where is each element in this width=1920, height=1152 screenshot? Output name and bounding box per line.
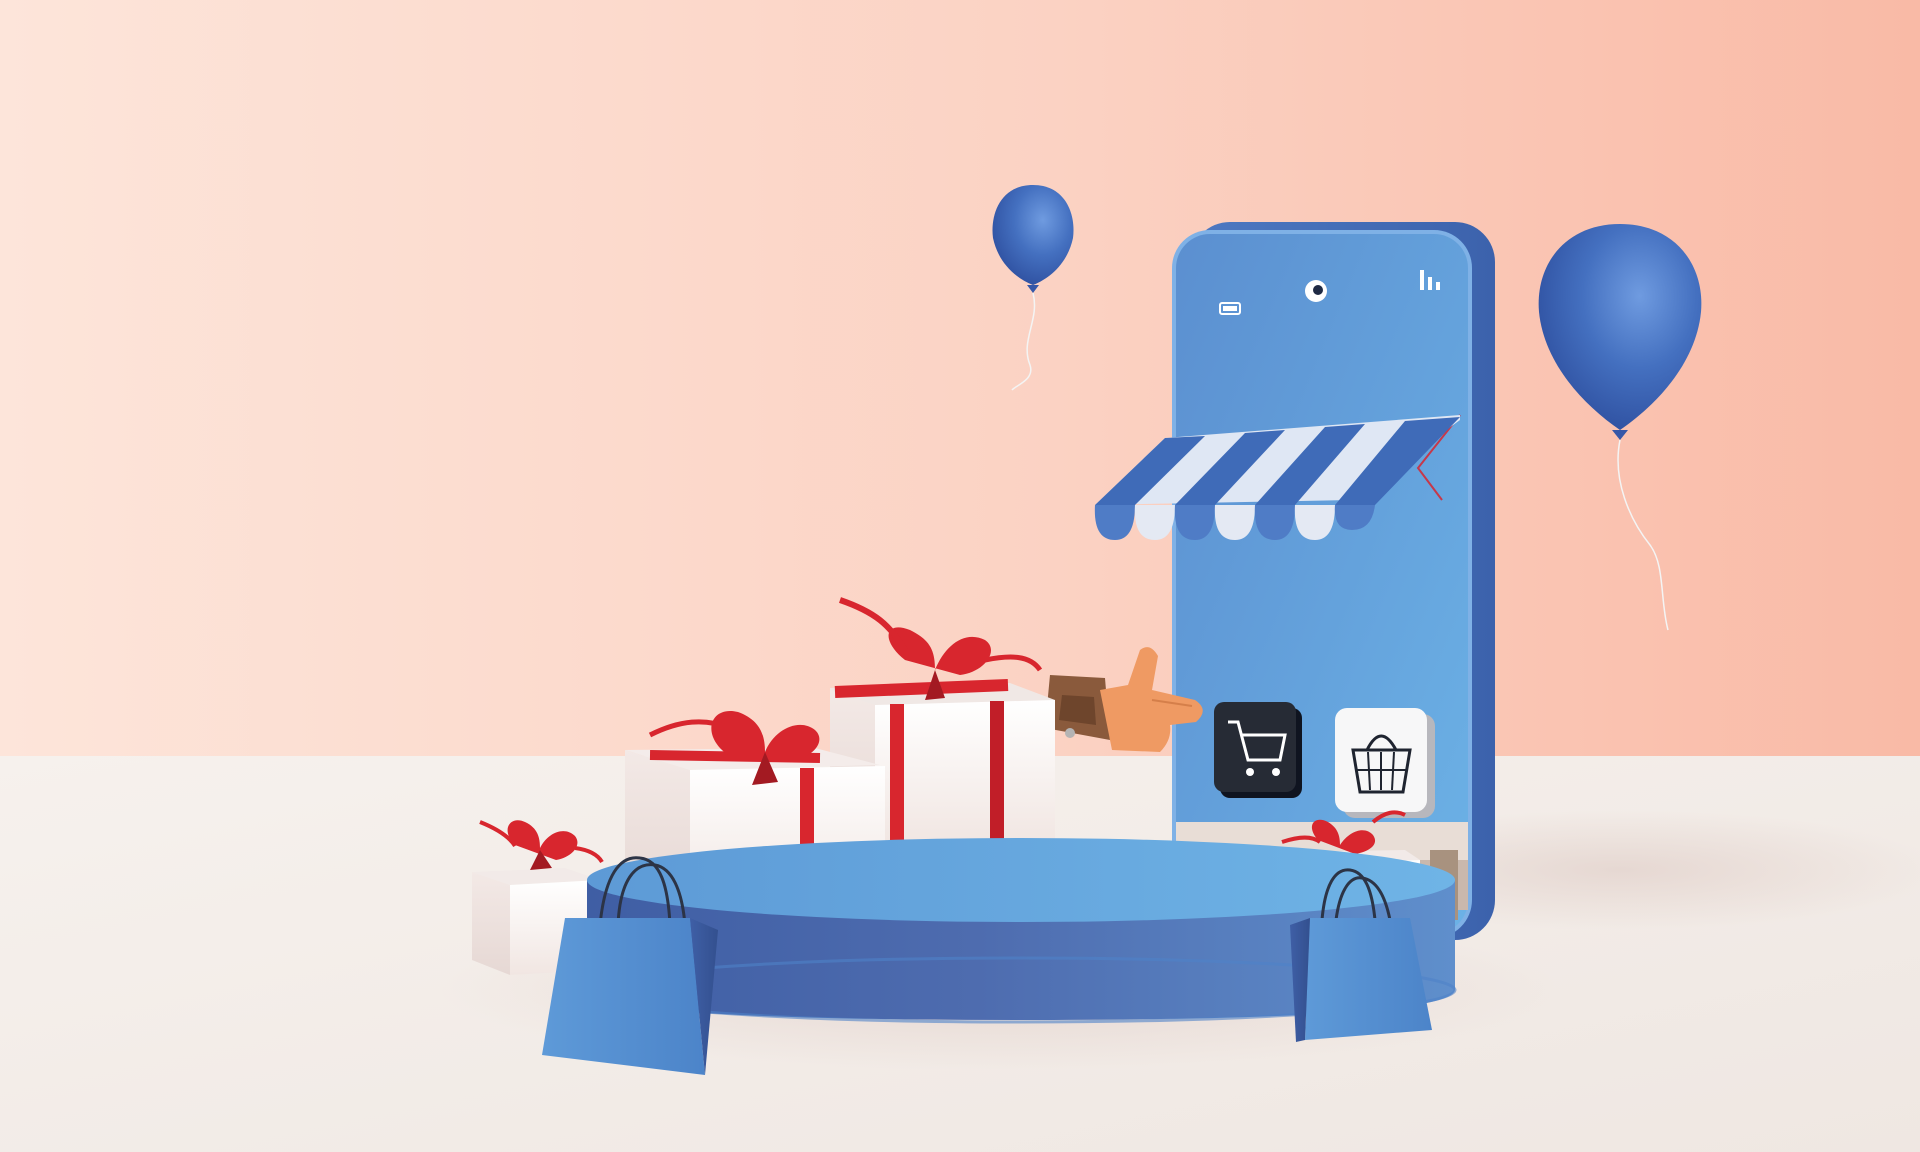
camera-icon — [1305, 280, 1327, 302]
shopping-cart-icon — [1214, 702, 1302, 798]
shopping-basket-icon — [1335, 708, 1435, 818]
online-shopping-scene — [0, 0, 1920, 1152]
